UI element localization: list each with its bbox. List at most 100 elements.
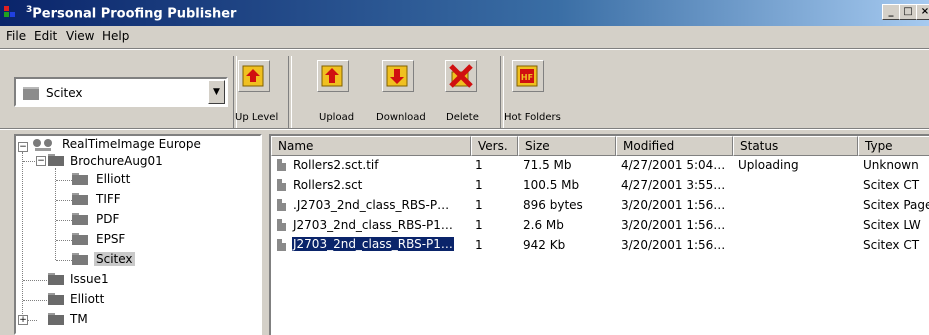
file-modified: 3/20/2001 1:56… xyxy=(621,198,726,212)
toolbar-divider-bottom xyxy=(0,128,929,130)
file-size: 942 Kb xyxy=(523,238,566,252)
tree-line xyxy=(23,300,49,301)
tree-item-elliott-2[interactable]: Elliott xyxy=(70,292,104,306)
folder-icon xyxy=(72,193,88,205)
file-icon xyxy=(277,199,286,211)
file-type: Scitex LW xyxy=(863,218,921,232)
file-modified: 4/27/2001 3:55… xyxy=(621,178,726,192)
folder-icon xyxy=(72,253,88,265)
file-modified: 3/20/2001 1:56… xyxy=(621,218,726,232)
file-name: Rollers2.sct.tif xyxy=(293,158,379,172)
hot-folders-icon: HF xyxy=(516,65,538,87)
file-version: 1 xyxy=(475,238,483,252)
column-header-name[interactable]: Name xyxy=(271,136,471,156)
tree-item-scitex[interactable]: Scitex xyxy=(94,252,135,266)
title-bar[interactable]: 3Personal Proofing Publisher _ □ × xyxy=(0,0,929,26)
folder-icon xyxy=(72,173,88,185)
menu-divider xyxy=(0,48,929,50)
file-name[interactable]: J2703_2nd_class_RBS-P1… xyxy=(291,236,455,252)
up-level-label: Up Level xyxy=(235,112,279,123)
download-button[interactable] xyxy=(382,60,414,92)
app-icon xyxy=(4,6,15,17)
collapse-icon[interactable]: − xyxy=(36,156,46,166)
download-label: Download xyxy=(376,112,426,123)
file-size: 100.5 Mb xyxy=(523,178,580,192)
expand-icon[interactable]: + xyxy=(18,315,28,325)
folder-icon xyxy=(48,154,64,166)
collapse-icon[interactable]: − xyxy=(18,142,28,152)
upload-label: Upload xyxy=(319,112,355,123)
hot-folders-button[interactable]: HF xyxy=(512,60,544,92)
dropdown-arrow-icon[interactable]: ▼ xyxy=(208,80,225,104)
file-name: J2703_2nd_class_RBS-P1… xyxy=(293,218,453,232)
file-name: Rollers2.sct xyxy=(293,178,363,192)
column-header-size[interactable]: Size xyxy=(518,136,616,156)
upload-icon xyxy=(321,65,343,87)
file-list[interactable]: Name Vers. Size Modified Status Type Rol… xyxy=(269,134,929,335)
menu-file[interactable]: File xyxy=(6,29,26,43)
tree-line xyxy=(55,168,56,260)
folder-icon xyxy=(48,273,64,285)
folder-icon xyxy=(23,87,39,100)
column-header-modified[interactable]: Modified xyxy=(616,136,733,156)
maximize-button[interactable]: □ xyxy=(899,4,917,20)
menu-bar: File Edit View Help xyxy=(0,26,929,46)
file-name: .J2703_2nd_class_RBS-P… xyxy=(293,198,450,212)
delete-icon xyxy=(449,64,473,88)
file-icon xyxy=(277,219,286,231)
close-button[interactable]: × xyxy=(916,4,929,20)
delete-button[interactable] xyxy=(445,60,477,92)
tree-item-epsf[interactable]: EPSF xyxy=(96,232,125,246)
file-size: 71.5 Mb xyxy=(523,158,572,172)
toolbar-divider xyxy=(288,56,292,130)
file-version: 1 xyxy=(475,198,483,212)
file-type: Scitex Page xyxy=(863,198,929,212)
tree-line xyxy=(23,280,49,281)
tree-line xyxy=(22,152,23,318)
file-modified: 4/27/2001 5:04… xyxy=(621,158,726,172)
up-level-icon xyxy=(242,65,264,87)
file-type: Scitex CT xyxy=(863,238,920,252)
file-version: 1 xyxy=(475,218,483,232)
file-version: 1 xyxy=(475,178,483,192)
file-icon xyxy=(277,159,286,171)
file-size: 896 bytes xyxy=(523,198,583,212)
file-type: Unknown xyxy=(863,158,919,172)
folder-tree[interactable]: − RealTimeImage Europe − BrochureAug01 E… xyxy=(14,134,262,335)
column-header-status[interactable]: Status xyxy=(733,136,858,156)
tree-root-label[interactable]: RealTimeImage Europe xyxy=(62,137,201,151)
folder-icon xyxy=(48,293,64,305)
tree-item-tiff[interactable]: TIFF xyxy=(96,192,121,206)
tree-item-pdf[interactable]: PDF xyxy=(96,212,119,226)
hot-folders-label: Hot Folders xyxy=(504,112,561,123)
column-header-type[interactable]: Type xyxy=(858,136,929,156)
location-combobox[interactable]: Scitex ▼ xyxy=(14,77,228,107)
up-level-button[interactable] xyxy=(238,60,270,92)
menu-edit[interactable]: Edit xyxy=(34,29,57,43)
download-icon xyxy=(386,65,408,87)
file-modified: 3/20/2001 1:56… xyxy=(621,238,726,252)
file-version: 1 xyxy=(475,158,483,172)
menu-view[interactable]: View xyxy=(66,29,94,43)
tree-item-brochureaug01[interactable]: BrochureAug01 xyxy=(70,154,163,168)
file-type: Scitex CT xyxy=(863,178,920,192)
file-icon xyxy=(277,179,286,191)
minimize-button[interactable]: _ xyxy=(882,4,900,20)
menu-help[interactable]: Help xyxy=(102,29,129,43)
network-icon xyxy=(33,139,52,151)
svg-text:HF: HF xyxy=(521,73,533,82)
delete-label: Delete xyxy=(446,112,479,123)
window-title: 3Personal Proofing Publisher xyxy=(26,5,237,22)
location-value: Scitex xyxy=(46,86,83,100)
file-status: Uploading xyxy=(738,158,799,172)
tree-line xyxy=(23,161,37,162)
tree-item-issue1[interactable]: Issue1 xyxy=(70,272,109,286)
tree-item-elliott[interactable]: Elliott xyxy=(96,172,130,186)
file-size: 2.6 Mb xyxy=(523,218,564,232)
upload-button[interactable] xyxy=(317,60,349,92)
column-header-version[interactable]: Vers. xyxy=(471,136,518,156)
file-icon xyxy=(277,239,286,251)
folder-icon xyxy=(72,213,88,225)
tree-item-tm[interactable]: TM xyxy=(70,312,88,326)
folder-icon xyxy=(72,233,88,245)
